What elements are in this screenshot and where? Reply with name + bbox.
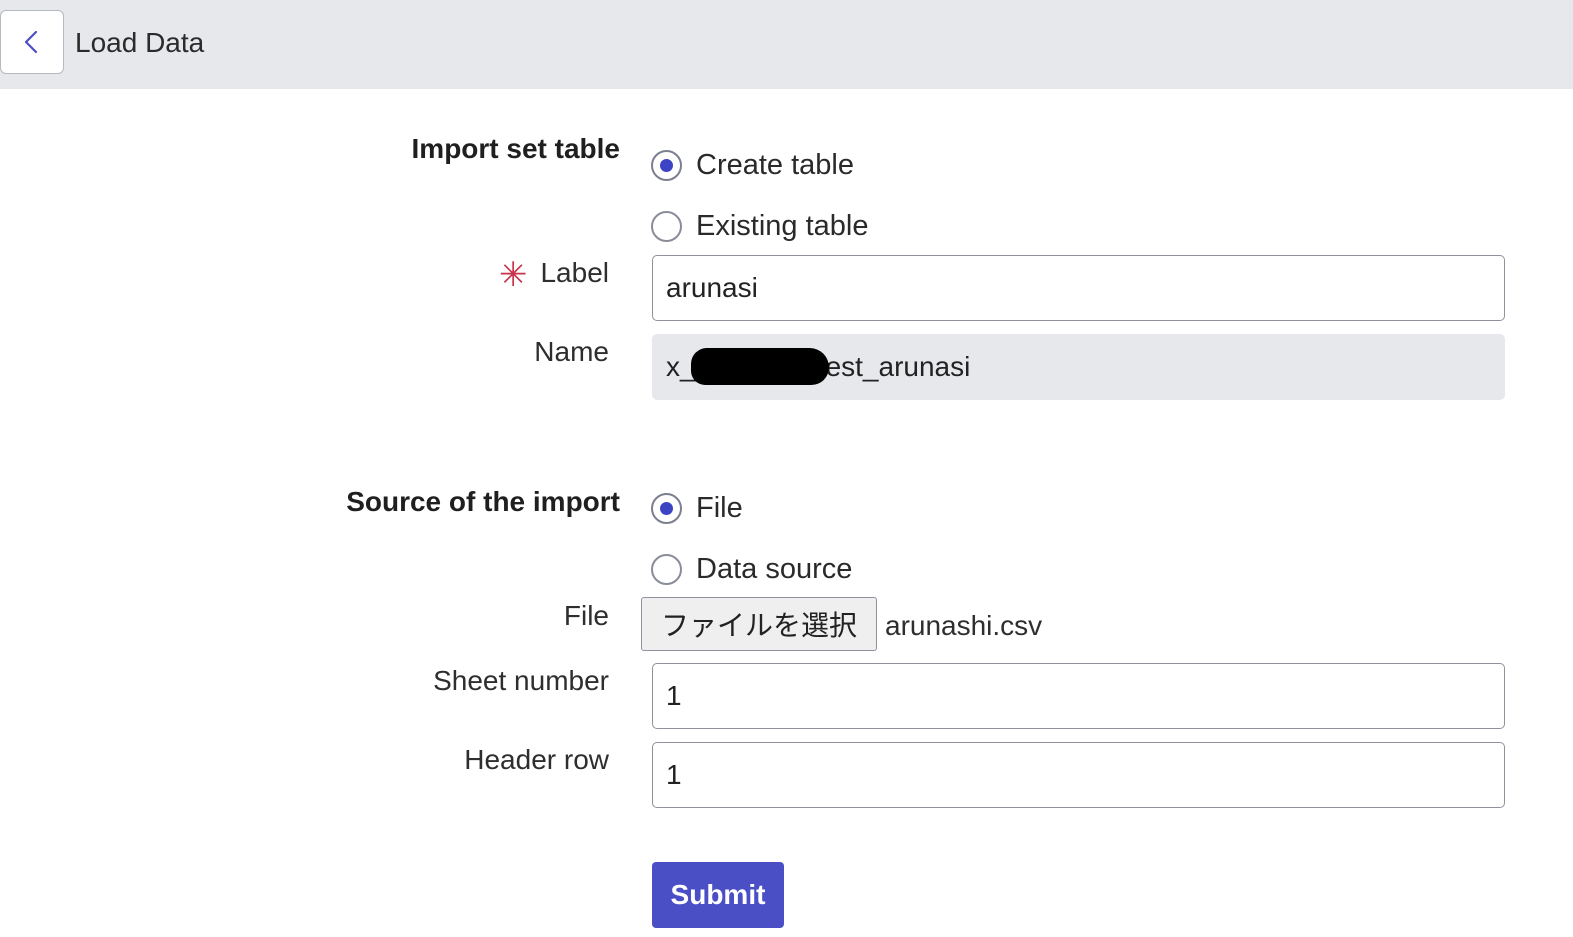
radio-label-data-source: Data source bbox=[696, 553, 853, 585]
radio-file[interactable]: File bbox=[651, 490, 743, 526]
label-input[interactable] bbox=[652, 255, 1505, 321]
import-set-table-label: Import set table bbox=[411, 133, 620, 164]
radio-button-unchecked[interactable] bbox=[651, 553, 682, 585]
header-row-input[interactable] bbox=[652, 742, 1505, 808]
name-value-suffix: est_arunasi bbox=[825, 351, 971, 382]
radio-data-source[interactable]: Data source bbox=[651, 551, 852, 587]
required-asterisk-icon: ✳ bbox=[499, 256, 528, 294]
radio-label-existing-table: Existing table bbox=[696, 210, 869, 242]
radio-button-unchecked[interactable] bbox=[651, 210, 682, 242]
radio-label-file: File bbox=[696, 492, 743, 524]
file-field-label: File bbox=[563, 600, 609, 631]
radio-button-checked[interactable] bbox=[651, 492, 682, 524]
radio-label-create-table: Create table bbox=[696, 149, 854, 181]
sheet-number-input[interactable] bbox=[652, 663, 1505, 729]
header-row-label: Header row bbox=[464, 744, 609, 775]
chevron-left-icon bbox=[24, 30, 38, 54]
radio-button-checked[interactable] bbox=[651, 149, 682, 181]
page-title: Load Data bbox=[75, 27, 205, 58]
source-of-import-label: Source of the import bbox=[346, 486, 620, 517]
radio-existing-table[interactable]: Existing table bbox=[651, 208, 869, 244]
choose-file-button[interactable]: ファイルを選択 bbox=[641, 597, 877, 651]
back-button[interactable] bbox=[0, 10, 64, 74]
redaction-mark bbox=[691, 348, 829, 385]
radio-create-table[interactable]: Create table bbox=[651, 147, 854, 183]
name-field-label: Name bbox=[534, 336, 609, 367]
page-header: Load Data bbox=[0, 0, 1573, 89]
submit-button[interactable]: Submit bbox=[652, 862, 784, 928]
sheet-number-label: Sheet number bbox=[433, 665, 609, 696]
selected-file-name: arunashi.csv bbox=[885, 610, 1043, 641]
label-field-label: Label bbox=[540, 257, 609, 288]
